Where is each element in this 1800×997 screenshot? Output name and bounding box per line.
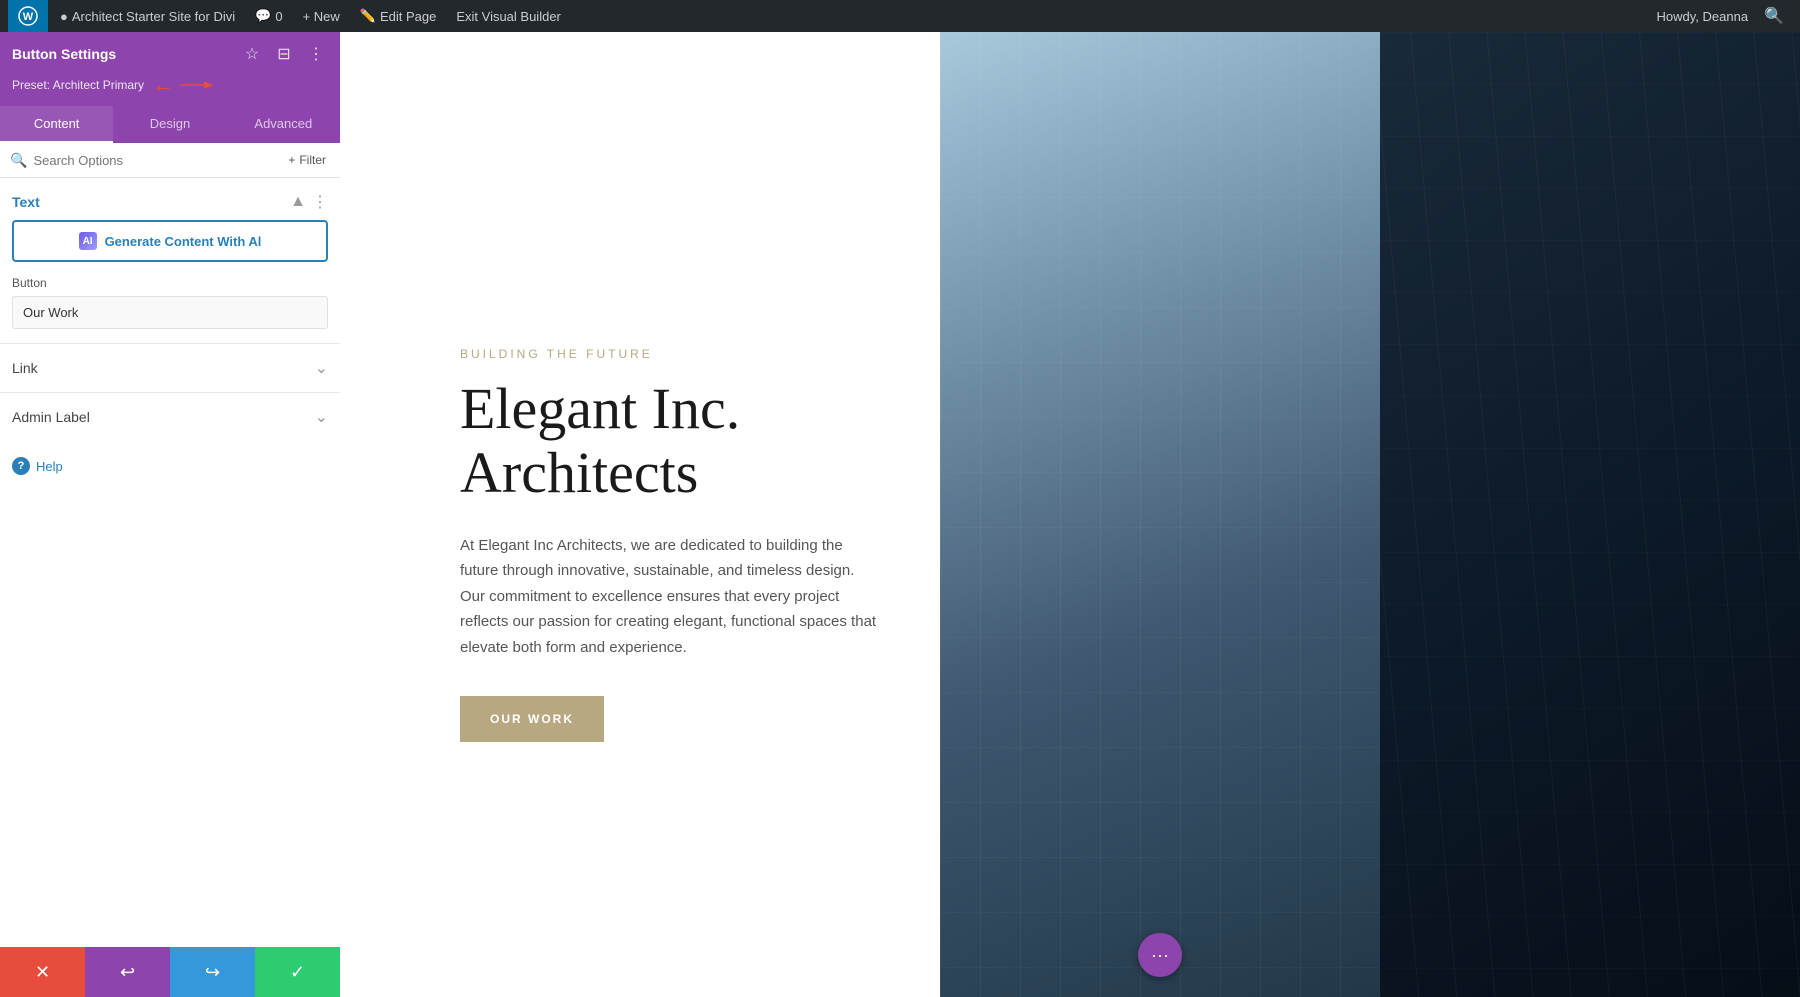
tab-design[interactable]: Design (113, 106, 226, 143)
red-arrow-icon: ← (152, 72, 174, 98)
undo-icon: ↩ (120, 962, 135, 983)
admin-label-chevron-icon: ⌄ (315, 407, 328, 427)
panel-header: Button Settings ☆ ⊟ ⋮ Preset: Architect … (0, 32, 340, 106)
plus-icon: + (288, 153, 295, 167)
edit-page-label: Edit Page (380, 9, 436, 24)
panel-header-icons: ☆ ⊟ ⋮ (240, 42, 328, 66)
main-area: Button Settings ☆ ⊟ ⋮ Preset: Architect … (0, 32, 1800, 997)
save-button[interactable]: ✓ (255, 947, 340, 997)
search-input[interactable] (33, 153, 278, 168)
filter-label: Filter (299, 153, 326, 167)
pencil-icon: ✏️ (360, 8, 376, 24)
search-bar: 🔍 + Filter (0, 143, 340, 178)
button-text-input[interactable] (12, 296, 328, 329)
hero-description: At Elegant Inc Architects, we are dedica… (460, 533, 880, 661)
text-section-title: Text (12, 194, 40, 210)
our-work-button-label: OUR WORK (490, 712, 574, 726)
hero-content-section: BUILDING THE FUTURE Elegant Inc. Archite… (340, 32, 940, 997)
page-preview: BUILDING THE FUTURE Elegant Inc. Archite… (340, 32, 1800, 997)
button-field-group: Button (0, 276, 340, 343)
site-name: Architect Starter Site for Divi (72, 9, 235, 24)
filter-button[interactable]: + Filter (284, 151, 330, 169)
search-icon: 🔍 (10, 152, 27, 169)
link-section: Link ⌄ (0, 343, 340, 392)
hero-title: Elegant Inc. Architects (460, 377, 880, 505)
exit-builder-item[interactable]: Exit Visual Builder (448, 0, 569, 32)
bottom-toolbar: ✕ ↩ ↪ ✓ (0, 947, 340, 997)
panel-tabs: Content Design Advanced (0, 106, 340, 143)
more-options-icon[interactable]: ⋮ (304, 42, 328, 66)
fab-button[interactable]: ··· (1138, 933, 1182, 977)
svg-text:W: W (23, 11, 34, 23)
close-icon: ✕ (35, 962, 50, 983)
ai-icon: AI (79, 232, 97, 250)
save-icon: ✓ (290, 962, 305, 983)
dark-building-image (1380, 32, 1800, 997)
admin-bar: W ● Architect Starter Site for Divi 💬 0 … (0, 0, 1800, 32)
close-button[interactable]: ✕ (0, 947, 85, 997)
star-icon[interactable]: ☆ (240, 42, 264, 66)
exit-builder-label: Exit Visual Builder (456, 9, 561, 24)
button-field-label: Button (12, 276, 328, 290)
edit-page-item[interactable]: ✏️ Edit Page (352, 0, 445, 32)
ai-button-label: Generate Content With Al (105, 234, 262, 249)
new-item[interactable]: + New (295, 0, 348, 32)
right-area: BUILDING THE FUTURE Elegant Inc. Archite… (340, 32, 1800, 997)
comment-count: 0 (275, 9, 282, 24)
tab-advanced[interactable]: Advanced (227, 106, 340, 143)
wp-logo[interactable]: W (8, 0, 48, 32)
undo-button[interactable]: ↩ (85, 947, 170, 997)
link-section-header[interactable]: Link ⌄ (0, 344, 340, 392)
red-arrow-decoration (180, 75, 216, 95)
dark-side-panel (1380, 32, 1800, 997)
comment-icon: 💬 (255, 8, 271, 24)
help-icon: ? (12, 457, 30, 475)
admin-label-section-header[interactable]: Admin Label ⌄ (0, 393, 340, 441)
left-panel: Button Settings ☆ ⊟ ⋮ Preset: Architect … (0, 32, 340, 997)
section-more-icon[interactable]: ⋮ (312, 192, 328, 212)
building-tag: BUILDING THE FUTURE (460, 347, 880, 361)
section-icons: ▲ ⋮ (290, 192, 328, 212)
search-icon[interactable]: 🔍 (1756, 6, 1792, 26)
link-section-title: Link (12, 360, 38, 376)
tab-content[interactable]: Content (0, 106, 113, 143)
site-name-item[interactable]: ● Architect Starter Site for Divi (52, 0, 243, 32)
wordpress-icon: ● (60, 9, 68, 24)
admin-label-section: Admin Label ⌄ (0, 392, 340, 441)
collapse-icon[interactable]: ▲ (290, 193, 306, 211)
text-section-header: Text ▲ ⋮ (0, 178, 340, 220)
new-label: + New (303, 9, 340, 24)
admin-label-title: Admin Label (12, 409, 90, 425)
admin-bar-right: Howdy, Deanna 🔍 (1657, 6, 1792, 26)
comments-item[interactable]: 💬 0 (247, 0, 290, 32)
our-work-button[interactable]: OUR WORK (460, 696, 604, 742)
redo-button[interactable]: ↪ (170, 947, 255, 997)
generate-ai-button[interactable]: AI Generate Content With Al (12, 220, 328, 262)
panel-title: Button Settings (12, 46, 116, 62)
link-chevron-icon: ⌄ (315, 358, 328, 378)
preset-row: Preset: Architect Primary ← (12, 72, 328, 98)
panel-title-row: Button Settings ☆ ⊟ ⋮ (12, 42, 328, 66)
layout-icon[interactable]: ⊟ (272, 42, 296, 66)
help-section: ? Help (0, 441, 340, 491)
help-link[interactable]: Help (36, 459, 63, 474)
howdy-text: Howdy, Deanna (1657, 9, 1749, 24)
redo-icon: ↪ (205, 962, 220, 983)
preset-label: Preset: Architect Primary (12, 78, 144, 92)
building-image (940, 32, 1380, 997)
building-facade-overlay (940, 32, 1380, 997)
hero-image-section: ··· (940, 32, 1380, 997)
fab-dots-icon: ··· (1151, 945, 1169, 966)
